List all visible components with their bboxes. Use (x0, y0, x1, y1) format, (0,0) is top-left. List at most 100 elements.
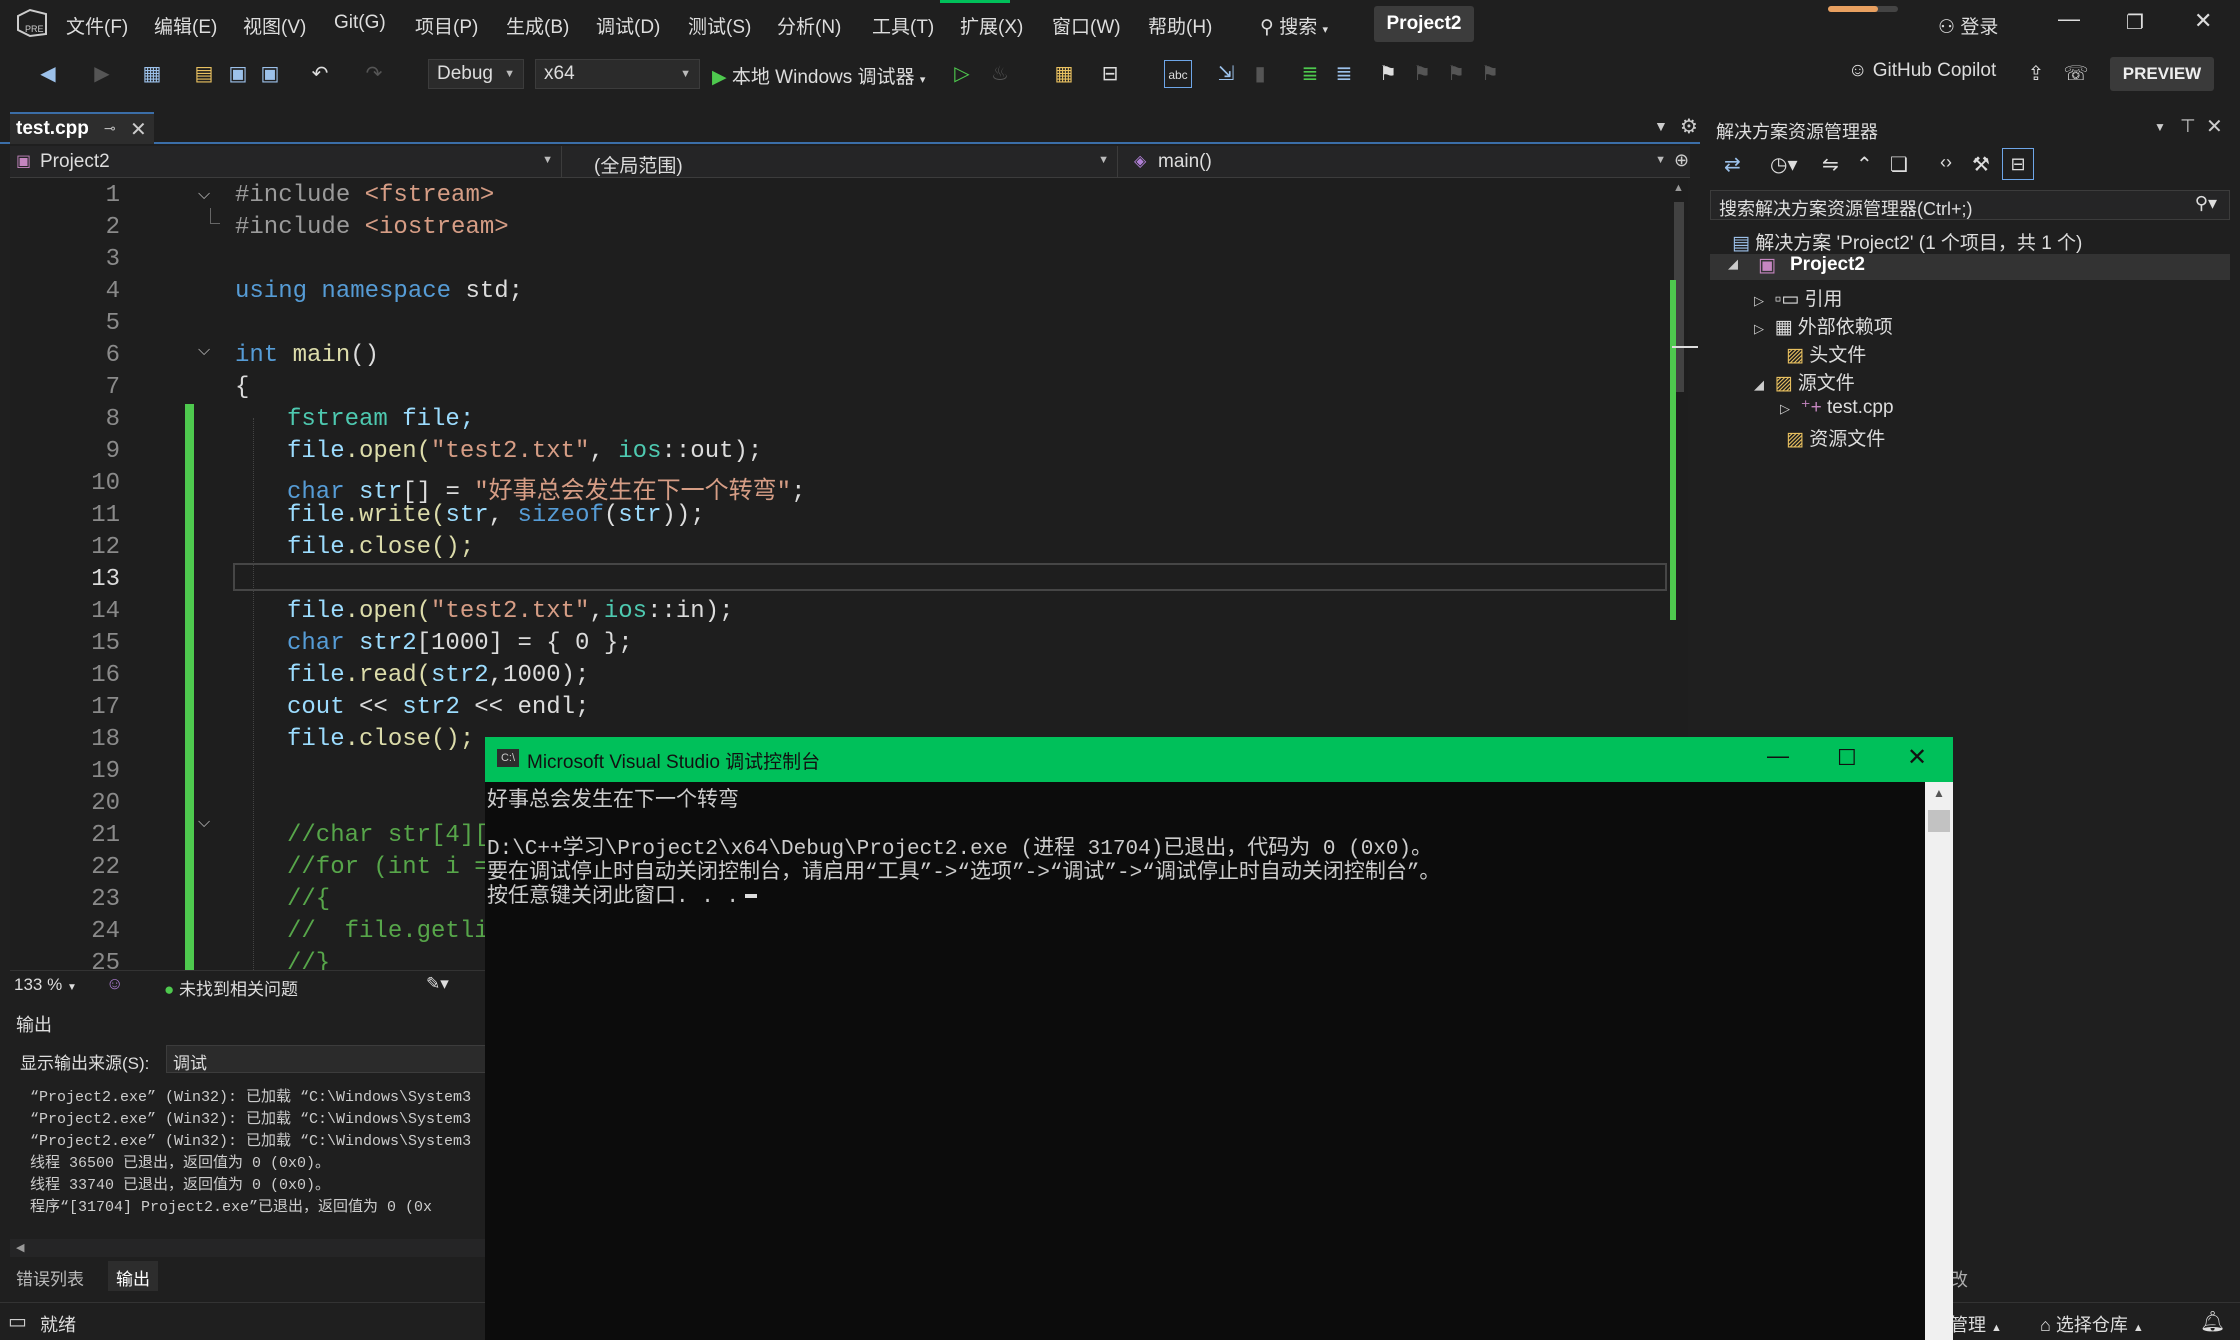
cleanup-icon[interactable]: ✎▾ (426, 974, 449, 994)
preview-badge[interactable]: PREVIEW (2110, 57, 2214, 91)
scroll-up-icon[interactable]: ▲ (1673, 182, 1684, 194)
console-maximize-button[interactable]: ☐ (1837, 745, 1857, 771)
new-item-icon[interactable]: ▦ (138, 60, 166, 88)
output-source-select[interactable]: 调试 (166, 1045, 496, 1073)
tab-output[interactable]: 输出 (108, 1261, 158, 1291)
tree-header-files[interactable]: ▨ 头文件 (1786, 340, 1866, 367)
menu-window[interactable]: 窗口(W) (1052, 12, 1121, 39)
split-icon[interactable]: ⊕ (1674, 150, 1689, 171)
back-icon[interactable]: ◀ (34, 60, 62, 88)
history-icon[interactable]: ◷▾ (1770, 152, 1798, 177)
login-button[interactable]: ⚇ 登录 (1938, 12, 1998, 39)
forward-icon[interactable]: ▶ (88, 60, 116, 88)
bookmark-clear-icon[interactable]: ⚑ (1476, 60, 1504, 88)
tree-test-cpp[interactable]: ▷ ⁺+ test.cpp (1780, 396, 1894, 419)
zoom-level[interactable]: 133 % ▼ (14, 975, 77, 995)
menu-project[interactable]: 项目(P) (415, 12, 478, 39)
minimize-button[interactable]: — (2058, 6, 2080, 32)
expanded-icon[interactable]: ◢ (1728, 256, 1738, 272)
collapse-icon[interactable]: ⌃ (1856, 152, 1873, 177)
platform-select[interactable]: x64 ▼ (535, 59, 700, 89)
debug-console-window[interactable]: C:\ Microsoft Visual Studio 调试控制台 — ☐ ✕ … (485, 737, 1953, 1340)
issues-status[interactable]: ● 未找到相关问题 (164, 975, 298, 1000)
tab-list-icon[interactable]: ▼ (1654, 118, 1668, 134)
open-file-icon[interactable]: ▤ (190, 60, 218, 88)
menu-view[interactable]: 视图(V) (243, 12, 306, 39)
menu-git[interactable]: Git(G) (334, 12, 386, 34)
sync-icon[interactable]: ⇋ (1822, 152, 1839, 177)
redo-icon[interactable]: ↷ (360, 60, 388, 88)
tree-source-files[interactable]: ◢ ▨ 源文件 (1754, 368, 1855, 395)
feedback-icon[interactable]: ☏ (2062, 60, 2090, 88)
fold-toggle-include[interactable]: ⌵ (198, 186, 210, 204)
close-panel-icon[interactable]: ✕ (2206, 114, 2223, 139)
tree-resource-files[interactable]: ▨ 资源文件 (1786, 424, 1885, 451)
collapsed-icon[interactable]: ▷ (1754, 293, 1764, 308)
menu-tools[interactable]: 工具(T) (872, 12, 934, 39)
share-icon[interactable]: ⇪ (2022, 60, 2050, 88)
expanded-icon[interactable]: ◢ (1754, 377, 1764, 392)
start-debug-button[interactable]: ▶ 本地 Windows 调试器 ▾ (712, 62, 925, 89)
menu-help[interactable]: 帮助(H) (1148, 12, 1212, 39)
indent-icon[interactable]: ≣ (1330, 60, 1358, 88)
tree-solution-root[interactable]: ▤ 解决方案 'Project2' (1 个项目，共 1 个) (1732, 228, 2082, 255)
fold-toggle-main[interactable]: ⌵ (198, 342, 210, 360)
close-tab-icon[interactable]: ✕ (130, 117, 147, 142)
search-icon[interactable]: ⚲▾ (2195, 193, 2217, 214)
settings-icon[interactable]: ⚙ (1680, 114, 1698, 139)
bookmark-prev-icon[interactable]: ⚑ (1408, 60, 1436, 88)
collapsed-icon[interactable]: ▷ (1780, 401, 1790, 416)
panel-menu-icon[interactable]: ▼ (2154, 120, 2166, 134)
menu-debug[interactable]: 调试(D) (596, 12, 660, 39)
search-button[interactable]: ⚲ 搜索 ▾ (1260, 12, 1328, 39)
start-without-debug-icon[interactable]: ▷ (948, 60, 976, 88)
project-badge[interactable]: Project2 (1374, 6, 1474, 42)
select-repo-button[interactable]: ⌂ 选择仓库 ▲ (2040, 1311, 2144, 1337)
nav-project-select[interactable]: ▣ Project2 ▼ (10, 146, 562, 178)
configuration-select[interactable]: Debug ▼ (428, 59, 524, 89)
switch-view-icon[interactable]: ⇄ (1724, 152, 1741, 177)
menu-test[interactable]: 测试(S) (688, 12, 751, 39)
step-icon[interactable]: ⇲ (1212, 60, 1240, 88)
menu-edit[interactable]: 编辑(E) (154, 12, 217, 39)
console-scrollbar[interactable]: ▲ (1925, 782, 1953, 1340)
pin-icon[interactable]: ⊸ (104, 120, 116, 137)
scroll-up-icon[interactable]: ▲ (1933, 786, 1945, 800)
menu-analyze[interactable]: 分析(N) (777, 12, 841, 39)
notifications-icon[interactable]: 🔔︎ (2200, 1309, 2225, 1334)
code-view-icon[interactable]: ‹› (1940, 152, 1952, 173)
menu-file[interactable]: 文件(F) (66, 12, 128, 39)
tab-test-cpp[interactable]: test.cpp ⊸ ✕ (10, 112, 154, 144)
layout-icon[interactable]: ⊟ (1096, 60, 1124, 88)
hot-reload-icon[interactable]: ♨ (986, 60, 1014, 88)
tree-references[interactable]: ▷ ▫▭ 引用 (1754, 284, 1843, 311)
restore-button[interactable]: ❐ (2126, 10, 2144, 35)
bookmark-icon[interactable]: ⚑ (1374, 60, 1402, 88)
tree-project-row[interactable]: ◢ ▣ Project2 (1710, 254, 2230, 280)
outdent-icon[interactable]: ≣ (1296, 60, 1324, 88)
preview-selected-icon[interactable]: ⊟ (2002, 148, 2034, 180)
console-minimize-button[interactable]: — (1767, 743, 1789, 769)
copilot-button[interactable]: ☺ GitHub Copilot (1848, 60, 1996, 82)
close-window-button[interactable]: ✕ (2194, 8, 2212, 34)
console-title-bar[interactable]: C:\ Microsoft Visual Studio 调试控制台 — ☐ ✕ (485, 737, 1953, 782)
fold-toggle-comment[interactable]: ⌵ (198, 814, 210, 832)
bookmark-next-icon[interactable]: ⚑ (1442, 60, 1470, 88)
output-hscrollbar[interactable]: ◀ (10, 1239, 490, 1257)
save-icon[interactable]: ▣ (224, 60, 252, 88)
solution-search-input[interactable]: 搜索解决方案资源管理器(Ctrl+;) ⚲▾ (1710, 190, 2230, 220)
save-all-icon[interactable]: ▣ (256, 60, 284, 88)
scroll-left-icon[interactable]: ◀ (16, 1241, 24, 1254)
browse-folder-icon[interactable]: ▦ (1050, 60, 1078, 88)
pin-icon[interactable]: ⊤ (2180, 116, 2196, 137)
spell-check-icon[interactable]: abc (1164, 60, 1192, 88)
manage-button[interactable]: 管理 ▲ (1950, 1311, 2002, 1337)
copy-icon[interactable]: ❏ (1890, 152, 1908, 177)
console-close-button[interactable]: ✕ (1907, 743, 1927, 772)
console-scroll-thumb[interactable] (1928, 810, 1950, 832)
nav-function-select[interactable]: ◈ main() ▼ (1118, 146, 1674, 178)
collapsed-icon[interactable]: ▷ (1754, 321, 1764, 336)
copilot-status-icon[interactable]: ☺ (106, 974, 123, 994)
tab-error-list[interactable]: 错误列表 (16, 1265, 84, 1290)
nav-scope-select[interactable]: (全局范围) ▼ (562, 146, 1118, 178)
